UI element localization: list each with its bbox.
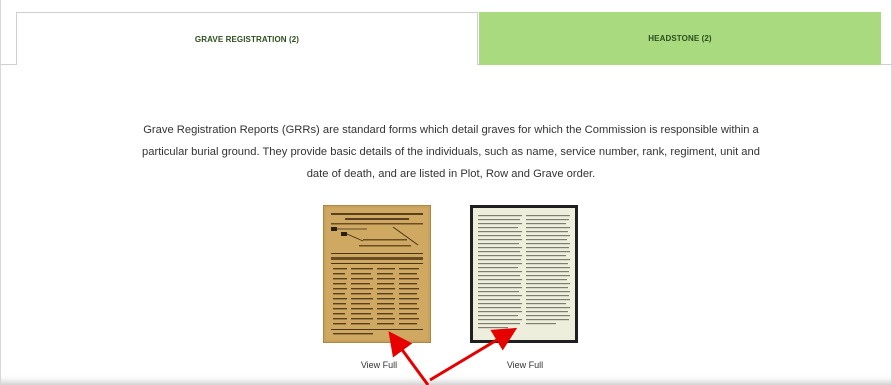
tab-headstone[interactable]: HEADSTONE (2) <box>479 12 881 65</box>
document-2-thumbnail[interactable] <box>470 205 578 343</box>
record-panel: GRAVE REGISTRATION (2) HEADSTONE (2) Gra… <box>0 0 892 385</box>
report-form-image <box>323 205 431 343</box>
document-1-thumbnail[interactable] <box>323 205 431 343</box>
typed-page-image <box>470 205 578 343</box>
grr-description: Grave Registration Reports (GRRs) are st… <box>142 124 760 181</box>
view-full-link-1[interactable]: View Full <box>339 360 419 370</box>
document-tabs: GRAVE REGISTRATION (2) HEADSTONE (2) <box>1 0 892 66</box>
tab-grave-registration-label: GRAVE REGISTRATION (2) <box>194 34 300 44</box>
tab-grave-registration[interactable]: GRAVE REGISTRATION (2) <box>16 12 478 65</box>
tab-headstone-label: HEADSTONE (2) <box>648 34 712 43</box>
view-full-link-2[interactable]: View Full <box>485 360 565 370</box>
